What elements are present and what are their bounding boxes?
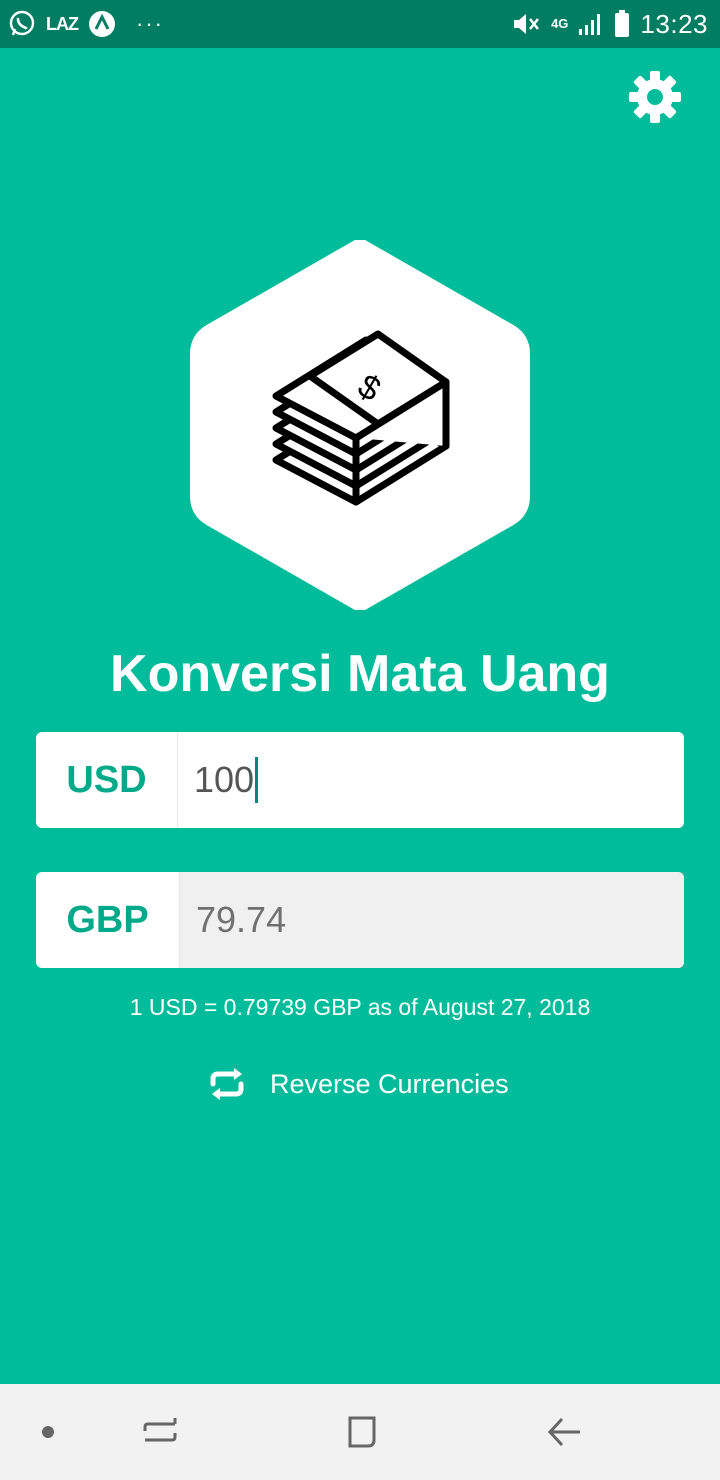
reverse-currencies-label: Reverse Currencies bbox=[270, 1068, 509, 1099]
back-button[interactable] bbox=[540, 1408, 588, 1456]
swap-icon bbox=[210, 1068, 244, 1100]
reverse-currencies-button[interactable]: Reverse Currencies bbox=[206, 1060, 509, 1108]
more-dots-icon: ··· bbox=[136, 11, 164, 36]
settings-button[interactable] bbox=[624, 66, 686, 128]
dot-icon bbox=[42, 1426, 54, 1438]
from-amount-input[interactable]: 100 bbox=[178, 732, 684, 828]
to-currency-row: GBP 79.74 bbox=[36, 872, 684, 968]
from-currency-row: USD 100 bbox=[36, 732, 684, 828]
recent-apps-icon bbox=[143, 1418, 177, 1442]
mute-icon bbox=[514, 14, 540, 34]
money-stack-logo: $ bbox=[190, 240, 530, 610]
recent-apps-button[interactable] bbox=[136, 1408, 184, 1456]
navigation-bar bbox=[0, 1384, 720, 1480]
home-icon bbox=[348, 1416, 376, 1448]
whatsapp-icon bbox=[9, 10, 35, 36]
status-right-icons: 4G 13:23 bbox=[511, 8, 708, 40]
network-type-icon: 4G bbox=[551, 16, 569, 31]
laz-icon: LAZ bbox=[46, 13, 79, 34]
back-arrow-icon bbox=[547, 1417, 580, 1447]
from-currency-selector[interactable]: USD bbox=[36, 732, 178, 828]
from-amount-value: 100 bbox=[194, 759, 255, 800]
autonavi-icon bbox=[89, 11, 115, 37]
exchange-rate-text: 1 USD = 0.79739 GBP as of August 27, 201… bbox=[129, 994, 591, 1020]
to-currency-selector[interactable]: GBP bbox=[36, 872, 180, 968]
nav-dot-button[interactable] bbox=[24, 1408, 72, 1456]
status-left-icons: LAZ ··· bbox=[8, 8, 164, 40]
gear-icon bbox=[629, 71, 681, 123]
home-button[interactable] bbox=[338, 1408, 386, 1456]
status-time: 13:23 bbox=[640, 8, 708, 39]
text-caret bbox=[255, 757, 259, 803]
to-amount-output: 79.74 bbox=[180, 872, 684, 968]
status-bar: LAZ ··· 4G 13:23 bbox=[0, 0, 720, 48]
battery-icon bbox=[615, 10, 630, 37]
signal-icon bbox=[579, 14, 601, 35]
app-title: Konversi Mata Uang bbox=[110, 645, 610, 703]
